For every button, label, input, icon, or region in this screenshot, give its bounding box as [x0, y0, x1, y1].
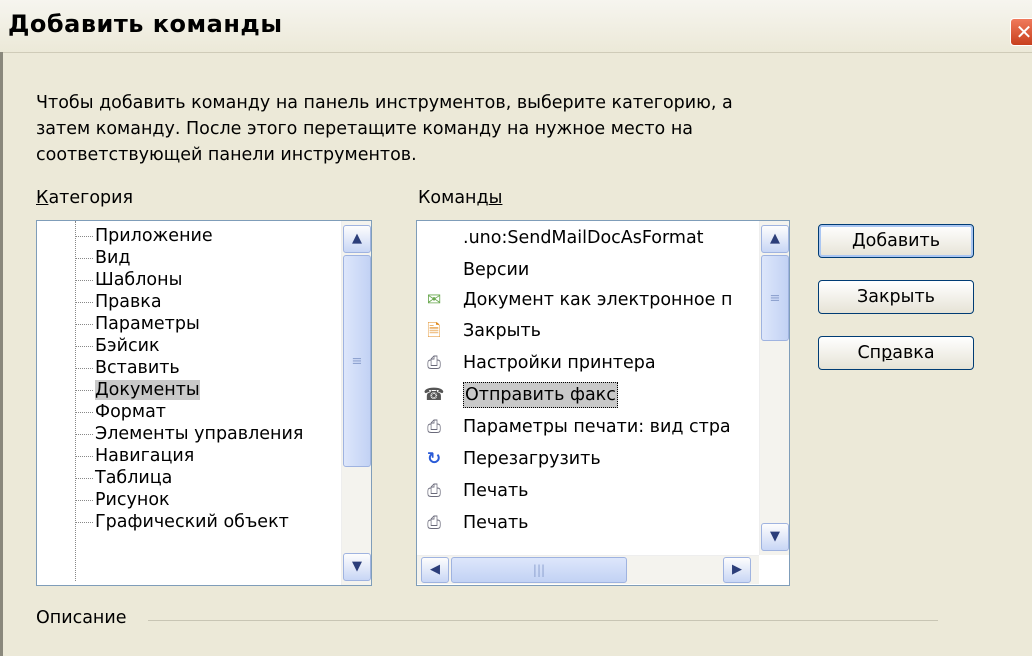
category-item-label: Вставить — [95, 358, 180, 378]
category-label-accesskey: К — [36, 188, 49, 208]
category-item[interactable]: Бэйсик — [37, 335, 160, 357]
commands-label-main: Команд — [418, 188, 489, 208]
category-item-label: Графический объект — [95, 512, 289, 532]
command-item-label: Печать — [463, 513, 529, 533]
category-item[interactable]: Вид — [37, 247, 130, 269]
commands-label: Команды — [418, 188, 502, 208]
category-item-label: Формат — [95, 402, 166, 422]
command-item-label: Отправить факс — [463, 382, 618, 408]
category-scrollbar[interactable]: ▲ ≡ ▼ — [341, 221, 371, 585]
category-item[interactable]: Элементы управления — [37, 423, 303, 445]
command-item-label: Закрыть — [463, 321, 541, 341]
help-label-post: авка — [892, 343, 935, 363]
commands-label-accesskey: ы — [488, 188, 503, 208]
printer-icon: ⎙ — [427, 513, 441, 533]
category-item[interactable]: Рисунок — [37, 489, 170, 511]
command-item-label: Документ как электронное п — [463, 290, 733, 310]
print-options-icon: ⎙ — [427, 417, 441, 437]
fax-icon: ☎ — [423, 385, 445, 405]
scroll-left-icon[interactable]: ◀ — [421, 557, 449, 583]
scroll-up-icon[interactable]: ▲ — [761, 225, 789, 253]
commands-vscrollbar[interactable]: ▲ ≡ ▼ — [759, 221, 789, 555]
category-item-label: Правка — [95, 292, 162, 312]
help-button[interactable]: Справка — [818, 336, 974, 370]
category-item-selected[interactable]: Документы — [37, 379, 200, 401]
category-label: Категория — [36, 188, 133, 208]
category-list[interactable]: Приложение Вид Шаблоны Правка Параметры … — [36, 220, 372, 586]
category-item[interactable]: Формат — [37, 401, 166, 423]
scroll-up-icon[interactable]: ▲ — [343, 225, 371, 253]
close-window-button[interactable]: ✕ — [1010, 18, 1032, 46]
category-item[interactable]: Вставить — [37, 357, 180, 379]
category-item[interactable]: Правка — [37, 291, 162, 313]
commands-list[interactable]: .uno:SendMailDocAsFormat Версии ✉ Докумен… — [416, 220, 790, 586]
category-item-label: Таблица — [95, 468, 173, 488]
window-border — [0, 52, 3, 656]
command-item-label: Версии — [463, 260, 530, 280]
help-label-pre: Сп — [857, 343, 882, 363]
category-item-label: Документы — [95, 380, 200, 400]
add-button[interactable]: Добавить — [818, 224, 974, 258]
description-group-divider — [148, 620, 938, 621]
reload-icon: ↻ — [426, 449, 442, 469]
command-item-label: Перезагрузить — [463, 449, 601, 469]
help-label-accesskey: р — [881, 343, 893, 363]
commands-hscrollbar[interactable]: ◀ ||| ▶ — [417, 555, 759, 584]
command-item-label: Настройки принтера — [463, 353, 656, 373]
category-item[interactable]: Таблица — [37, 467, 172, 489]
command-item-label: .uno:SendMailDocAsFormat — [463, 228, 704, 248]
scroll-thumb[interactable]: ≡ — [343, 255, 371, 467]
printer-settings-icon: ⎙ — [427, 353, 441, 373]
category-item-label: Шаблоны — [95, 270, 183, 290]
category-item-label: Вид — [95, 248, 131, 268]
close-button[interactable]: Закрыть — [818, 280, 974, 314]
category-item[interactable]: Графический объект — [37, 511, 289, 533]
scroll-down-icon[interactable]: ▼ — [761, 523, 789, 551]
category-item[interactable]: Приложение — [37, 225, 213, 247]
scroll-right-icon[interactable]: ▶ — [723, 557, 751, 583]
category-item-label: Навигация — [95, 446, 195, 466]
printer-icon: ⎙ — [427, 481, 441, 501]
envelope-icon: ✉ — [426, 290, 442, 310]
scroll-thumb[interactable]: ≡ — [761, 255, 789, 341]
category-label-rest: атегория — [48, 188, 134, 208]
category-item-label: Рисунок — [95, 490, 170, 510]
category-item-label: Бэйсик — [95, 336, 160, 356]
description-group-label: Описание — [36, 608, 127, 628]
category-item[interactable]: Параметры — [37, 313, 200, 335]
title-bar: Добавить команды ✕ — [0, 0, 1032, 53]
hscroll-thumb[interactable]: ||| — [451, 557, 627, 583]
command-item-label: Печать — [463, 481, 529, 501]
window-title: Добавить команды — [8, 10, 283, 38]
category-item[interactable]: Навигация — [37, 445, 194, 467]
command-item-label: Параметры печати: вид стра — [463, 417, 731, 437]
category-item[interactable]: Шаблоны — [37, 269, 182, 291]
category-item-label: Элементы управления — [95, 424, 304, 444]
category-item-label: Параметры — [95, 314, 200, 334]
close-doc-icon: 🗎 — [427, 321, 441, 341]
scroll-down-icon[interactable]: ▼ — [343, 553, 371, 581]
instructions-text: Чтобы добавить команду на панель инструм… — [36, 93, 733, 165]
category-item-label: Приложение — [95, 226, 213, 246]
